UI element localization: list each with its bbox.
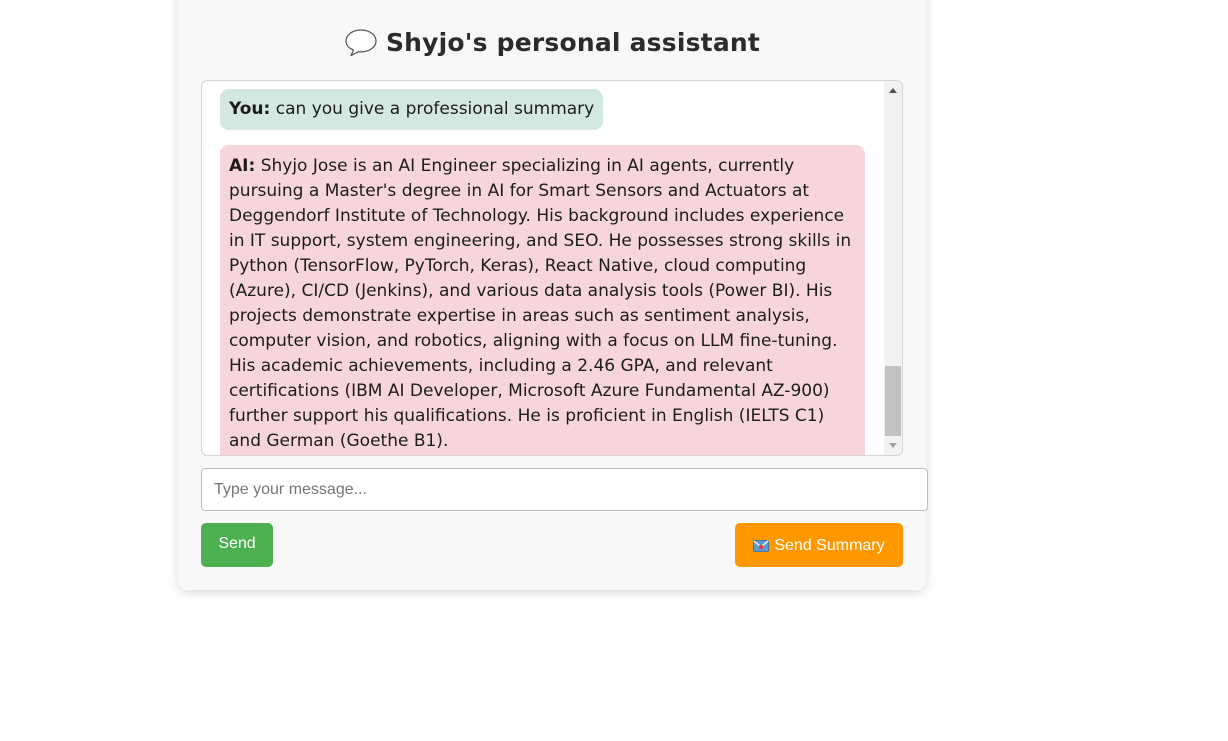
scroll-down-arrow-icon[interactable] bbox=[889, 443, 897, 448]
send-button-label: Send bbox=[218, 535, 256, 552]
ai-message: AI: Shyjo Jose is an AI Engineer special… bbox=[220, 145, 865, 455]
send-summary-button[interactable]: Send Summary bbox=[735, 523, 903, 567]
message-input[interactable] bbox=[201, 468, 928, 511]
send-button[interactable]: Send bbox=[201, 523, 273, 567]
send-summary-label: Send Summary bbox=[774, 537, 885, 554]
chat-scrollbar[interactable] bbox=[884, 81, 902, 455]
chat-card: Shyjo's personal assistant You: can you … bbox=[178, 0, 928, 590]
user-message-text: can you give a professional summary bbox=[275, 99, 595, 119]
scrollbar-thumb[interactable] bbox=[885, 366, 901, 436]
page-title-text: Shyjo's personal assistant bbox=[385, 27, 761, 57]
chat-log[interactable]: You: can you give a professional summary… bbox=[201, 80, 903, 456]
user-message: You: can you give a professional summary bbox=[220, 89, 604, 130]
scroll-up-arrow-icon[interactable] bbox=[889, 88, 897, 93]
chat-messages: You: can you give a professional summary… bbox=[202, 81, 884, 455]
ai-speaker-label: AI: bbox=[229, 156, 256, 176]
speech-bubble-icon bbox=[345, 29, 377, 57]
user-speaker-label: You: bbox=[229, 99, 271, 119]
page-title: Shyjo's personal assistant bbox=[178, 22, 926, 62]
envelope-icon bbox=[753, 540, 770, 552]
ai-message-text: Shyjo Jose is an AI Engineer specializin… bbox=[229, 156, 852, 451]
